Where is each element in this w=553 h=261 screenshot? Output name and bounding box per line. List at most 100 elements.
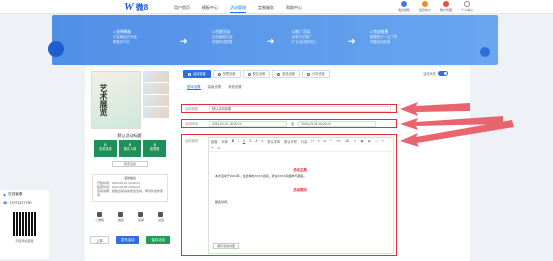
settings-type-tabs: 活动设置 投票设置 报名设置 奖品设置 分享设置 xyxy=(183,70,330,78)
editor-content[interactable]: 活动主题 本次活动于2024年，在此举办XXXX活动，欢迎XXXX积极参与报名。… xyxy=(215,168,385,204)
save-content-button[interactable]: 保存活动内容 xyxy=(213,243,240,249)
list-icon[interactable]: ≡ xyxy=(318,139,320,144)
thumbnail-list xyxy=(143,71,169,119)
tab-signup-settings[interactable]: 报名设置 xyxy=(242,70,271,78)
radio-icon xyxy=(247,72,251,76)
tab-other[interactable]: 其他设置 xyxy=(228,84,242,90)
thumbnail[interactable] xyxy=(143,83,169,94)
activity-title-preview: 默认活动标题 xyxy=(117,133,142,138)
description-label: 活动说明 xyxy=(185,139,198,143)
steps-banner: 1.选择模板 丰富模板任你选 覆盖多行业 ➜ 2.创建活动 在线编辑内容 快速完成配置 … xyxy=(48,15,498,65)
nav-item-help[interactable]: 帮助中心 xyxy=(286,5,302,13)
quote-icon[interactable]: “” xyxy=(330,139,332,144)
emoji-icon[interactable]: ☺ xyxy=(353,139,356,144)
video-icon[interactable]: ▤ xyxy=(368,139,371,144)
profile-tool[interactable]: 个人中心 xyxy=(461,1,473,12)
table-icon[interactable]: ⊞ xyxy=(323,139,326,144)
rich-text-editor[interactable]: 段落 字体 B I U S A ≡ 默认字体 默认字号 行高 H ≡ ⊞ “” … xyxy=(208,137,394,254)
content-paragraph: 本次活动于2024年，在此举办XXXX活动，欢迎XXXX积极参与报名。 xyxy=(215,174,307,178)
tab-activity-settings[interactable]: 活动设置 xyxy=(183,70,211,78)
start-time-input[interactable]: 2024-02-21 16:00:24 xyxy=(209,120,287,127)
user-icon xyxy=(464,1,471,7)
nav-item-activity[interactable]: 活动管理 xyxy=(230,5,246,13)
stat-votes: 0 投票数 xyxy=(143,140,167,157)
arrow-right-icon: ➜ xyxy=(180,36,188,46)
settings-action[interactable]: 设置 xyxy=(158,212,164,222)
clear-format-icon[interactable]: ⌫ xyxy=(345,139,350,144)
tab-advanced[interactable]: 高级设置 xyxy=(208,84,222,90)
notification-tool[interactable]: 消息通知 xyxy=(398,1,410,12)
publish-button[interactable]: 发布活动 xyxy=(115,236,140,244)
redo-icon[interactable]: ↷ xyxy=(211,146,214,150)
toolbar-paragraph[interactable]: 段落 xyxy=(211,139,217,144)
font-size-select[interactable]: 默认字号 xyxy=(284,139,297,144)
font-color-icon[interactable]: A xyxy=(255,139,257,144)
nav-item-templates[interactable]: 模板中心 xyxy=(202,5,218,13)
step-2: 2.创建活动 在线编辑内容 快速完成配置 xyxy=(212,30,233,44)
wallet-icon xyxy=(443,1,450,7)
end-time-input[interactable]: 2024-03-05 16:00:24 xyxy=(298,120,377,127)
title-label: 活动标题 xyxy=(185,107,198,111)
phone-number: ☎ 17071577790 xyxy=(3,201,32,205)
activity-status-toggle[interactable]: 活动状态 xyxy=(423,71,448,76)
radio-icon xyxy=(217,72,221,76)
shelf-button[interactable]: 上架 xyxy=(90,236,109,244)
nav-item-custom[interactable]: 定制服务 xyxy=(258,5,274,13)
stats-row: 0 总浏览量 0 报名人数 0 投票数 xyxy=(94,140,167,157)
heading-icon[interactable]: H xyxy=(311,139,313,144)
tab-vote-settings[interactable]: 投票设置 xyxy=(212,70,241,78)
decor-bubble xyxy=(48,41,64,57)
strikethrough-icon[interactable]: S xyxy=(249,139,251,144)
save-activity-button[interactable]: 保存活动 xyxy=(146,236,170,244)
code-icon[interactable]: </> xyxy=(336,139,341,144)
qrcode-icon xyxy=(96,212,102,217)
tab-prize-settings[interactable]: 奖品设置 xyxy=(272,70,300,78)
support-sidebar: ◉ 在线客服 ☎ 17071577790 扫码添加客服 xyxy=(0,190,49,259)
title-field-row: 活动标题 默认活动标题 xyxy=(181,104,397,113)
arrow-right-icon: ➜ xyxy=(267,36,275,46)
align-icon[interactable]: ≡ xyxy=(262,139,264,144)
arrow-right-icon: ➜ xyxy=(348,36,356,46)
content-heading-theme: 活动主题 xyxy=(293,168,307,172)
toggle-switch[interactable] xyxy=(437,71,448,76)
online-service[interactable]: ◉ 在线客服 xyxy=(0,190,49,199)
activity-info-box: 活动信息 开始时间：2024-02-21 16:00:24 结束时间：2024-… xyxy=(92,174,168,202)
content-paragraph: 报名时间： xyxy=(215,200,231,204)
tab-basic[interactable]: 基本设置 xyxy=(187,84,201,90)
bold-icon[interactable]: B xyxy=(232,139,234,144)
thumbnail[interactable] xyxy=(143,107,169,118)
logo[interactable]: W 微8 xyxy=(124,1,148,13)
undo-icon[interactable]: ↶ xyxy=(382,139,385,144)
header-tools: 消息通知 会员中心 账户管理 个人中心 xyxy=(398,1,473,12)
divider-icon[interactable]: — xyxy=(375,139,378,144)
time-label: 活动时间 xyxy=(185,122,198,126)
font-family-select[interactable]: 默认字体 xyxy=(267,139,280,144)
thumbnail[interactable] xyxy=(143,71,169,82)
tab-share-settings[interactable]: 分享设置 xyxy=(302,70,330,78)
thumbnail[interactable] xyxy=(143,95,169,106)
person-icon xyxy=(118,212,124,217)
signup-action[interactable]: 报名 xyxy=(118,212,124,222)
preview-panel: 艺术展览 默认活动标题 0 总浏览量 0 报名人数 0 投票数 预览活动 活动信息 开… xyxy=(88,71,171,259)
qrcode-image xyxy=(13,212,37,236)
line-height-select[interactable]: 行高 xyxy=(301,139,307,144)
title-input[interactable]: 默认活动标题 xyxy=(209,105,391,112)
radio-icon xyxy=(188,72,191,76)
italic-icon[interactable]: I xyxy=(238,139,239,144)
account-tool[interactable]: 账户管理 xyxy=(440,1,452,12)
qrcode-action[interactable]: 二维码 xyxy=(95,212,104,222)
member-tool[interactable]: 会员中心 xyxy=(419,1,431,12)
preview-button[interactable]: 预览活动 xyxy=(112,161,148,167)
vote-action[interactable]: 投票 xyxy=(138,212,144,222)
stat-views: 0 总浏览量 xyxy=(94,140,117,157)
main-nav: 用户首页 模板中心 活动管理 定制服务 帮助中心 xyxy=(174,5,302,13)
gear-icon xyxy=(158,212,164,217)
vote-icon xyxy=(138,212,144,217)
cover-image: 艺术展览 xyxy=(91,71,141,129)
time-separator: 至 xyxy=(291,122,295,126)
fullscreen-icon[interactable]: ⊡ xyxy=(218,146,221,150)
nav-item-home[interactable]: 用户首页 xyxy=(174,5,190,13)
toolbar-font[interactable]: 字体 xyxy=(221,139,227,144)
underline-icon[interactable]: U xyxy=(243,139,245,144)
image-icon[interactable]: ▣ xyxy=(361,139,364,144)
